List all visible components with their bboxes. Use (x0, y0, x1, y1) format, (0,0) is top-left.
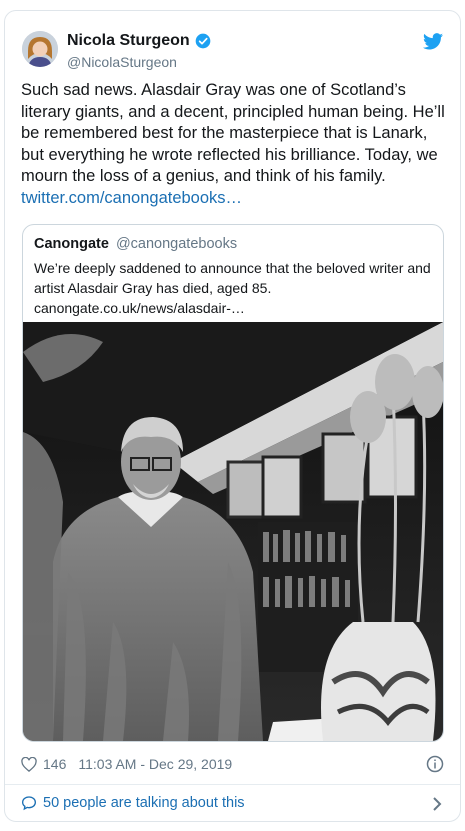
twitter-bird-icon[interactable] (423, 33, 443, 50)
chevron-right-icon[interactable] (432, 796, 442, 812)
info-icon[interactable] (426, 755, 444, 773)
heart-icon[interactable] (21, 756, 37, 772)
author-handle[interactable]: @NicolaSturgeon (67, 54, 177, 70)
conversation-link[interactable]: 50 people are talking about this (21, 795, 245, 811)
quoted-tweet-photo[interactable] (23, 322, 443, 741)
author-name-row[interactable]: Nicola Sturgeon (67, 32, 211, 50)
quoted-author-handle: @canongatebooks (115, 236, 238, 252)
tweet-footer: 146 11:03 AM - Dec 29, 2019 (21, 756, 232, 772)
quoted-tweet-body: We’re deeply saddened to announce that t… (34, 260, 431, 296)
tweet-text: Such sad news. Alasdair Gray was one of … (21, 80, 446, 210)
conversation-text[interactable]: 50 people are talking about this (43, 795, 245, 811)
tweet-timestamp[interactable]: 11:03 AM - Dec 29, 2019 (78, 756, 232, 772)
quoted-tweet-header: Canongate @canongatebooks (34, 236, 237, 252)
quoted-tweet-link: canongate.co.uk/news/alasdair-… (34, 300, 245, 316)
author-name[interactable]: Nicola Sturgeon (67, 32, 190, 50)
avatar[interactable] (22, 31, 58, 67)
speech-bubble-icon (21, 796, 37, 811)
quoted-tweet-text: We’re deeply saddened to announce that t… (34, 258, 434, 318)
tweet-body: Such sad news. Alasdair Gray was one of … (21, 81, 445, 186)
verified-badge-icon (195, 33, 211, 49)
quoted-tweet[interactable]: Canongate @canongatebooks We’re deeply s… (22, 224, 444, 742)
footer-divider (5, 784, 460, 785)
quoted-author-name: Canongate (34, 236, 109, 252)
like-count[interactable]: 146 (43, 756, 66, 772)
tweet-card: Nicola Sturgeon @NicolaSturgeon Such sad… (4, 10, 461, 822)
tweet-link[interactable]: twitter.com/canongatebooks… (21, 189, 242, 207)
